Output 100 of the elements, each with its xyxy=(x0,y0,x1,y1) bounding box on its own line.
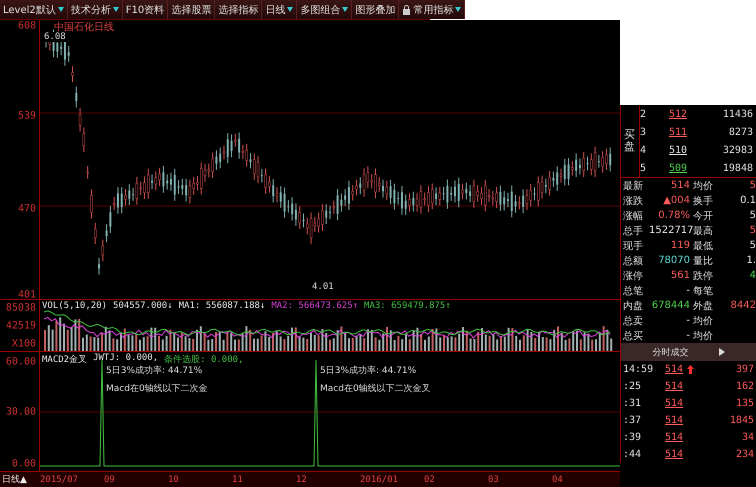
tick-time: :37 xyxy=(623,415,642,426)
quote-label: 均价 xyxy=(693,314,714,328)
quote-value: ▲004 xyxy=(662,195,691,206)
low-label: 4.01 xyxy=(312,282,334,292)
quote-label: 今开 xyxy=(693,210,714,222)
axis-label: X100 xyxy=(12,338,36,350)
quote-value: 1. xyxy=(745,255,756,266)
volume-text: 19848 xyxy=(722,162,754,174)
quote-label: 内盘 xyxy=(623,300,644,312)
tick-price: 514 xyxy=(665,415,684,426)
ticks-title: 分时成交 xyxy=(652,346,688,358)
quote-value: 678444 xyxy=(650,300,691,311)
tick-price: 514 xyxy=(665,432,684,443)
tick-price: 514 xyxy=(665,381,684,392)
tick-time: :25 xyxy=(623,381,642,392)
quote-value: - xyxy=(685,285,691,296)
date-label: 09 xyxy=(104,474,116,484)
quote-value: 514 xyxy=(670,180,691,191)
date-label: 2015/07 xyxy=(40,474,79,484)
tick-price: 514 xyxy=(665,364,684,375)
toolbar-button[interactable]: F10资料 xyxy=(122,0,168,19)
signal-rate-text: 5日3%成功率: 44.71% xyxy=(320,364,416,377)
quote-label: 换手 xyxy=(693,194,714,208)
quote-value: 119 xyxy=(670,240,691,251)
quote-label: 总手 xyxy=(623,224,644,238)
quote-value: - xyxy=(685,315,691,326)
toolbar-button[interactable]: 多图组合 xyxy=(297,0,352,19)
axis-label: 42519 xyxy=(6,320,36,332)
quote-label: 最低 xyxy=(693,240,714,252)
tick-volume: 135 xyxy=(734,398,755,409)
volume-text: 8273 xyxy=(728,126,754,138)
date-label: 12 xyxy=(296,474,308,484)
legend-text: JWTJ: 0.000, xyxy=(93,353,158,365)
quote-value: 8442 xyxy=(730,300,756,311)
tick-time: :39 xyxy=(623,432,642,443)
quote-label: 涨停 xyxy=(623,270,644,282)
date-label: 11 xyxy=(232,474,244,484)
toolbar-button[interactable]: 选择指标 xyxy=(215,0,262,19)
quote-value: 5 xyxy=(748,180,756,191)
price-text: 511 xyxy=(668,126,688,138)
level-text: 4 xyxy=(640,144,648,156)
tick-volume: 234 xyxy=(734,449,755,460)
quote-value: 1522717 xyxy=(649,225,693,236)
legend-text: 504557.000↓ xyxy=(113,301,173,311)
axis-label: 401 xyxy=(18,290,36,300)
tick-volume: 1845 xyxy=(728,415,755,426)
toolbar-button[interactable]: 日线 xyxy=(262,0,298,19)
toolbar-button[interactable]: 技术分析 xyxy=(68,0,123,19)
tick-time: 14:59 xyxy=(623,364,654,375)
toolbar-button[interactable]: 选择股票 xyxy=(168,0,216,19)
quote-label: 涨跌 xyxy=(623,194,644,208)
quote-label: 量比 xyxy=(693,254,714,268)
date-label: 04 xyxy=(552,474,564,484)
quote-label: 总笔 xyxy=(623,284,644,298)
quote-label: 现手 xyxy=(623,240,644,252)
quote-label: 最新 xyxy=(623,180,644,192)
tick-price: 514 xyxy=(665,449,684,460)
legend-text: VOL(5,10,20) xyxy=(42,301,108,311)
tick-volume: 397 xyxy=(734,364,755,375)
quote-label: 最高 xyxy=(693,224,714,238)
date-label: 02 xyxy=(424,474,436,484)
legend-text: MACD2金叉 xyxy=(42,354,88,366)
ticks-header[interactable]: 分时成交 xyxy=(621,343,756,361)
quote-label: 外盘 xyxy=(693,300,714,312)
toolbar-button[interactable]: 常用指标 xyxy=(399,0,466,19)
axis-label: 0.00 xyxy=(12,458,36,470)
quote-value: 5 xyxy=(748,240,756,251)
tick-price: 514 xyxy=(665,398,684,409)
date-label: 10 xyxy=(168,474,180,484)
quote-value: 5 xyxy=(748,225,756,236)
quote-label: 均价 xyxy=(693,330,714,342)
volume-text: 11436 xyxy=(722,108,754,120)
legend-text: MA3: 659479.875↑ xyxy=(364,301,451,311)
quote-value: 561 xyxy=(670,270,691,281)
legend-text: MA1: 556087.188↓ xyxy=(178,301,266,311)
legend-text: MA2: 566473.625↑ xyxy=(271,301,358,311)
play-icon xyxy=(718,348,724,356)
level-text: 2 xyxy=(640,108,648,120)
quote-label: 每笔 xyxy=(693,284,714,298)
axis-label: 30.00 xyxy=(6,406,36,418)
toolbar-button[interactable]: 图形叠加 xyxy=(352,0,400,19)
period-label[interactable]: 日线▲ xyxy=(0,472,40,487)
price-text: 512 xyxy=(668,108,688,120)
signal-rate-text: 5日3%成功率: 44.71% xyxy=(106,364,202,377)
tick-time: :31 xyxy=(623,398,642,409)
date-label: 03 xyxy=(488,474,500,484)
level-text: 5 xyxy=(640,162,648,174)
quote-value: 0.78% xyxy=(657,210,691,221)
legend-text: 条件选股: 0.000, xyxy=(164,354,244,366)
price-text: 510 xyxy=(668,144,688,156)
quote-label: 总额 xyxy=(623,254,644,268)
axis-label: 608 xyxy=(18,20,36,32)
quote-label: 涨幅 xyxy=(623,210,644,222)
axis-label: 470 xyxy=(18,204,36,214)
quote-label: 总卖 xyxy=(623,314,644,328)
axis-label: 85038 xyxy=(6,302,36,314)
tick-volume: 162 xyxy=(734,381,755,392)
toolbar-button[interactable]: Level2默认 xyxy=(0,0,68,19)
quote-label: 跌停 xyxy=(693,270,714,282)
quote-value: 4 xyxy=(748,270,756,281)
